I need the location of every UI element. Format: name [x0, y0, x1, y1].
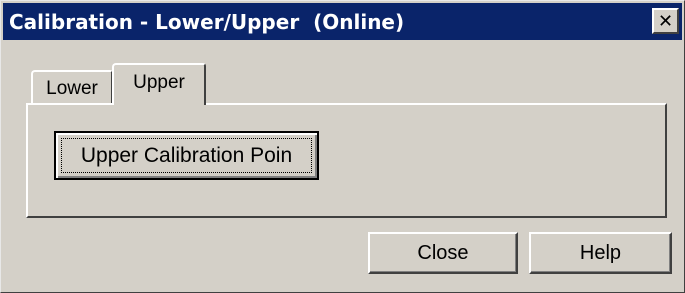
title-bar[interactable]: Calibration - Lower/Upper (Online) ✕	[3, 3, 682, 40]
close-window-button[interactable]: ✕	[652, 8, 679, 34]
tab-upper[interactable]: Upper	[112, 63, 206, 105]
dialog-window: Calibration - Lower/Upper (Online) ✕ Low…	[0, 0, 685, 293]
upper-calibration-point-button[interactable]: Upper Calibration Poin	[54, 131, 319, 180]
tab-upper-label: Upper	[133, 72, 185, 93]
help-button[interactable]: Help	[529, 232, 672, 274]
tab-panel-upper: Upper Calibration Poin	[26, 103, 667, 218]
window-title: Calibration - Lower/Upper (Online)	[9, 10, 405, 34]
help-button-label: Help	[579, 241, 622, 264]
close-button-label: Close	[417, 241, 469, 264]
upper-calibration-point-label: Upper Calibration Poin	[80, 143, 293, 167]
tab-lower[interactable]: Lower	[31, 70, 113, 106]
close-icon: ✕	[657, 10, 674, 32]
tab-lower-label: Lower	[46, 78, 98, 99]
close-button[interactable]: Close	[368, 232, 518, 274]
